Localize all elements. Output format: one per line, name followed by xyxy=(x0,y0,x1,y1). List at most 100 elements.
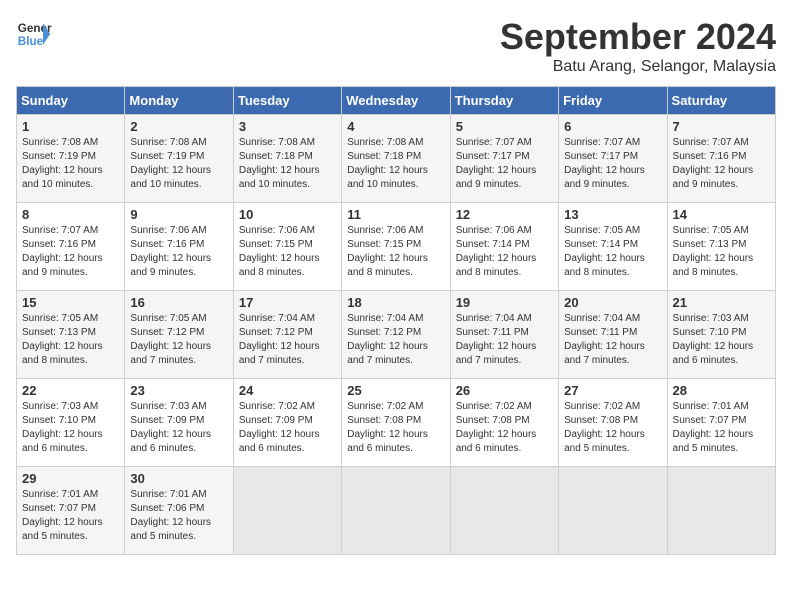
day-number: 12 xyxy=(456,207,553,222)
header-thursday: Thursday xyxy=(450,87,558,115)
calendar-cell: 2 Sunrise: 7:08 AM Sunset: 7:19 PM Daylig… xyxy=(125,115,233,203)
day-info: Sunrise: 7:05 AM Sunset: 7:14 PM Dayligh… xyxy=(564,224,661,280)
calendar-cell: 29Sunrise: 7:01 AM Sunset: 7:07 PM Dayli… xyxy=(17,467,125,555)
calendar-cell xyxy=(667,467,775,555)
calendar-cell: 8Sunrise: 7:07 AM Sunset: 7:16 PM Daylig… xyxy=(17,203,125,291)
logo: General Blue xyxy=(16,16,52,52)
day-info: Sunrise: 7:06 AM Sunset: 7:16 PM Dayligh… xyxy=(130,224,227,280)
calendar-cell xyxy=(233,467,341,555)
day-number: 3 xyxy=(239,119,336,134)
day-number: 28 xyxy=(673,383,770,398)
calendar-cell: 6Sunrise: 7:07 AM Sunset: 7:17 PM Daylig… xyxy=(559,115,667,203)
day-info: Sunrise: 7:03 AM Sunset: 7:09 PM Dayligh… xyxy=(130,400,227,456)
day-number: 7 xyxy=(673,119,770,134)
day-info: Sunrise: 7:01 AM Sunset: 7:06 PM Dayligh… xyxy=(130,488,227,544)
title-section: September 2024 Batu Arang, Selangor, Mal… xyxy=(500,16,776,76)
calendar-cell: 1Sunrise: 7:08 AM Sunset: 7:19 PM Daylig… xyxy=(17,115,125,203)
day-number: 17 xyxy=(239,295,336,310)
calendar-cell: 5 Sunrise: 7:07 AM Sunset: 7:17 PM Daylig… xyxy=(450,115,558,203)
svg-text:Blue: Blue xyxy=(18,35,44,48)
day-number: 27 xyxy=(564,383,661,398)
day-info: Sunrise: 7:01 AM Sunset: 7:07 PM Dayligh… xyxy=(673,400,770,456)
calendar-cell: 30 Sunrise: 7:01 AM Sunset: 7:06 PM Dayli… xyxy=(125,467,233,555)
calendar-cell xyxy=(450,467,558,555)
day-number: 16 xyxy=(130,295,227,310)
calendar-cell: 17 Sunrise: 7:04 AM Sunset: 7:12 PM Dayli… xyxy=(233,291,341,379)
calendar-cell: 11 Sunrise: 7:06 AM Sunset: 7:15 PM Dayli… xyxy=(342,203,450,291)
day-info: Sunrise: 7:04 AM Sunset: 7:12 PM Dayligh… xyxy=(347,312,444,368)
page-header: General Blue September 2024 Batu Arang, … xyxy=(16,16,776,76)
calendar-week-row: 29Sunrise: 7:01 AM Sunset: 7:07 PM Dayli… xyxy=(17,467,776,555)
day-headers-row: Sunday Monday Tuesday Wednesday Thursday… xyxy=(17,87,776,115)
day-number: 14 xyxy=(673,207,770,222)
day-info: Sunrise: 7:03 AM Sunset: 7:10 PM Dayligh… xyxy=(673,312,770,368)
day-info: Sunrise: 7:04 AM Sunset: 7:11 PM Dayligh… xyxy=(456,312,553,368)
day-number: 10 xyxy=(239,207,336,222)
day-number: 18 xyxy=(347,295,444,310)
day-info: Sunrise: 7:08 AM Sunset: 7:18 PM Dayligh… xyxy=(239,136,336,192)
day-number: 26 xyxy=(456,383,553,398)
day-info: Sunrise: 7:02 AM Sunset: 7:08 PM Dayligh… xyxy=(456,400,553,456)
calendar-cell: 4Sunrise: 7:08 AM Sunset: 7:18 PM Daylig… xyxy=(342,115,450,203)
header-monday: Monday xyxy=(125,87,233,115)
calendar-week-row: 1Sunrise: 7:08 AM Sunset: 7:19 PM Daylig… xyxy=(17,115,776,203)
day-info: Sunrise: 7:08 AM Sunset: 7:19 PM Dayligh… xyxy=(130,136,227,192)
calendar-cell: 28 Sunrise: 7:01 AM Sunset: 7:07 PM Dayli… xyxy=(667,379,775,467)
calendar-cell: 20Sunrise: 7:04 AM Sunset: 7:11 PM Dayli… xyxy=(559,291,667,379)
day-number: 2 xyxy=(130,119,227,134)
calendar-cell: 19Sunrise: 7:04 AM Sunset: 7:11 PM Dayli… xyxy=(450,291,558,379)
calendar-cell: 26 Sunrise: 7:02 AM Sunset: 7:08 PM Dayli… xyxy=(450,379,558,467)
day-number: 24 xyxy=(239,383,336,398)
calendar-cell: 21 Sunrise: 7:03 AM Sunset: 7:10 PM Dayli… xyxy=(667,291,775,379)
day-info: Sunrise: 7:02 AM Sunset: 7:08 PM Dayligh… xyxy=(564,400,661,456)
day-number: 11 xyxy=(347,207,444,222)
day-info: Sunrise: 7:02 AM Sunset: 7:08 PM Dayligh… xyxy=(347,400,444,456)
calendar-cell: 16 Sunrise: 7:05 AM Sunset: 7:12 PM Dayli… xyxy=(125,291,233,379)
day-number: 5 xyxy=(456,119,553,134)
header-sunday: Sunday xyxy=(17,87,125,115)
day-info: Sunrise: 7:07 AM Sunset: 7:17 PM Dayligh… xyxy=(456,136,553,192)
day-number: 30 xyxy=(130,471,227,486)
day-number: 25 xyxy=(347,383,444,398)
day-number: 13 xyxy=(564,207,661,222)
calendar-cell: 3 Sunrise: 7:08 AM Sunset: 7:18 PM Daylig… xyxy=(233,115,341,203)
day-info: Sunrise: 7:07 AM Sunset: 7:16 PM Dayligh… xyxy=(673,136,770,192)
location-title: Batu Arang, Selangor, Malaysia xyxy=(500,58,776,76)
day-info: Sunrise: 7:06 AM Sunset: 7:14 PM Dayligh… xyxy=(456,224,553,280)
calendar-cell xyxy=(559,467,667,555)
calendar-cell: 9 Sunrise: 7:06 AM Sunset: 7:16 PM Daylig… xyxy=(125,203,233,291)
calendar-cell: 15Sunrise: 7:05 AM Sunset: 7:13 PM Dayli… xyxy=(17,291,125,379)
day-info: Sunrise: 7:01 AM Sunset: 7:07 PM Dayligh… xyxy=(22,488,119,544)
calendar-cell: 13 Sunrise: 7:05 AM Sunset: 7:14 PM Dayli… xyxy=(559,203,667,291)
header-wednesday: Wednesday xyxy=(342,87,450,115)
day-info: Sunrise: 7:03 AM Sunset: 7:10 PM Dayligh… xyxy=(22,400,119,456)
day-number: 9 xyxy=(130,207,227,222)
calendar-cell: 22 Sunrise: 7:03 AM Sunset: 7:10 PM Dayli… xyxy=(17,379,125,467)
header-saturday: Saturday xyxy=(667,87,775,115)
day-number: 4 xyxy=(347,119,444,134)
day-info: Sunrise: 7:02 AM Sunset: 7:09 PM Dayligh… xyxy=(239,400,336,456)
calendar-week-row: 15Sunrise: 7:05 AM Sunset: 7:13 PM Dayli… xyxy=(17,291,776,379)
calendar-cell: 27 Sunrise: 7:02 AM Sunset: 7:08 PM Dayli… xyxy=(559,379,667,467)
day-info: Sunrise: 7:07 AM Sunset: 7:16 PM Dayligh… xyxy=(22,224,119,280)
day-info: Sunrise: 7:07 AM Sunset: 7:17 PM Dayligh… xyxy=(564,136,661,192)
calendar-cell: 7 Sunrise: 7:07 AM Sunset: 7:16 PM Daylig… xyxy=(667,115,775,203)
day-number: 21 xyxy=(673,295,770,310)
calendar-cell: 25 Sunrise: 7:02 AM Sunset: 7:08 PM Dayli… xyxy=(342,379,450,467)
calendar-week-row: 22 Sunrise: 7:03 AM Sunset: 7:10 PM Dayli… xyxy=(17,379,776,467)
header-friday: Friday xyxy=(559,87,667,115)
day-number: 22 xyxy=(22,383,119,398)
calendar-week-row: 8Sunrise: 7:07 AM Sunset: 7:16 PM Daylig… xyxy=(17,203,776,291)
day-info: Sunrise: 7:06 AM Sunset: 7:15 PM Dayligh… xyxy=(239,224,336,280)
day-info: Sunrise: 7:06 AM Sunset: 7:15 PM Dayligh… xyxy=(347,224,444,280)
calendar-cell: 18 Sunrise: 7:04 AM Sunset: 7:12 PM Dayli… xyxy=(342,291,450,379)
day-info: Sunrise: 7:04 AM Sunset: 7:12 PM Dayligh… xyxy=(239,312,336,368)
calendar-cell: 10 Sunrise: 7:06 AM Sunset: 7:15 PM Dayli… xyxy=(233,203,341,291)
calendar-cell: 12 Sunrise: 7:06 AM Sunset: 7:14 PM Dayli… xyxy=(450,203,558,291)
header-tuesday: Tuesday xyxy=(233,87,341,115)
day-info: Sunrise: 7:08 AM Sunset: 7:19 PM Dayligh… xyxy=(22,136,119,192)
day-info: Sunrise: 7:04 AM Sunset: 7:11 PM Dayligh… xyxy=(564,312,661,368)
day-info: Sunrise: 7:05 AM Sunset: 7:12 PM Dayligh… xyxy=(130,312,227,368)
logo-icon: General Blue xyxy=(16,16,52,52)
day-number: 23 xyxy=(130,383,227,398)
